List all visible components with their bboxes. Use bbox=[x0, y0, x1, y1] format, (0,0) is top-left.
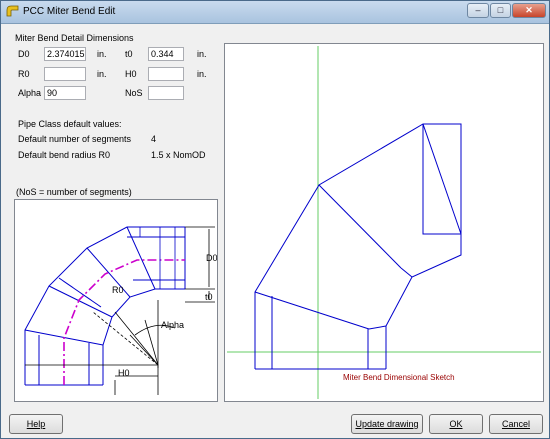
close-icon: ✕ bbox=[525, 5, 533, 15]
help-button[interactable]: Help bbox=[9, 414, 63, 434]
app-pipe-icon bbox=[6, 5, 19, 17]
diagram-t0-label: t0 bbox=[205, 292, 213, 302]
default-segments-value: 4 bbox=[151, 134, 157, 144]
h0-label: H0 bbox=[125, 69, 137, 79]
window-title: PCC Miter Bend Edit bbox=[23, 6, 116, 17]
maximize-icon: □ bbox=[497, 5, 504, 15]
diagram-caption: (NoS = number of segments) bbox=[16, 187, 132, 197]
r0-unit: in. bbox=[97, 69, 107, 79]
t0-label: t0 bbox=[125, 49, 133, 59]
h0-unit: in. bbox=[197, 69, 207, 79]
t0-unit: in. bbox=[197, 49, 207, 59]
sketch-caption: Miter Bend Dimensional Sketch bbox=[343, 373, 455, 382]
defaults-heading: Pipe Class default values: bbox=[18, 119, 122, 129]
t0-field[interactable]: 0.344 bbox=[148, 47, 184, 61]
title-bar[interactable]: PCC Miter Bend Edit – □ ✕ bbox=[1, 1, 549, 24]
alpha-field[interactable]: 90 bbox=[44, 86, 86, 100]
dimensions-heading: Miter Bend Detail Dimensions bbox=[15, 33, 134, 43]
diagram-pipe-outline bbox=[24, 226, 186, 386]
alpha-label: Alpha bbox=[18, 88, 42, 98]
diagram-alpha-label: Alpha bbox=[161, 320, 184, 330]
ok-button[interactable]: OK bbox=[429, 414, 483, 434]
nos-field[interactable] bbox=[148, 86, 184, 100]
sketch-pipe-outline bbox=[254, 123, 462, 370]
reference-diagram-panel: D0 t0 R0 Alpha H0 bbox=[14, 199, 218, 402]
reference-diagram: D0 t0 R0 Alpha H0 bbox=[24, 226, 218, 395]
default-radius-label: Default bend radius R0 bbox=[18, 150, 111, 160]
minimize-icon: – bbox=[475, 5, 481, 15]
default-radius-value: 1.5 x NomOD bbox=[151, 150, 206, 160]
dimensional-sketch-panel: Miter Bend Dimensional Sketch bbox=[224, 43, 544, 402]
diagram-h0-label: H0 bbox=[118, 368, 130, 378]
dimensional-sketch: Miter Bend Dimensional Sketch bbox=[227, 46, 541, 399]
minimize-button[interactable]: – bbox=[467, 3, 489, 18]
update-drawing-button[interactable]: Update drawing bbox=[351, 414, 423, 434]
d0-field[interactable]: 2.3740157 bbox=[44, 47, 86, 61]
maximize-button[interactable]: □ bbox=[490, 3, 511, 18]
r0-label: R0 bbox=[18, 69, 30, 79]
d0-label: D0 bbox=[18, 49, 30, 59]
cancel-button[interactable]: Cancel bbox=[489, 414, 543, 434]
diagram-d0-label: D0 bbox=[206, 253, 217, 263]
miter-bend-dialog: PCC Miter Bend Edit – □ ✕ Miter Bend Det… bbox=[0, 0, 550, 439]
nos-label: NoS bbox=[125, 88, 143, 98]
diagram-r0-label: R0 bbox=[112, 285, 124, 295]
r0-field[interactable] bbox=[44, 67, 86, 81]
default-segments-label: Default number of segments bbox=[18, 134, 132, 144]
h0-field[interactable] bbox=[148, 67, 184, 81]
close-button[interactable]: ✕ bbox=[512, 3, 546, 18]
d0-unit: in. bbox=[97, 49, 107, 59]
